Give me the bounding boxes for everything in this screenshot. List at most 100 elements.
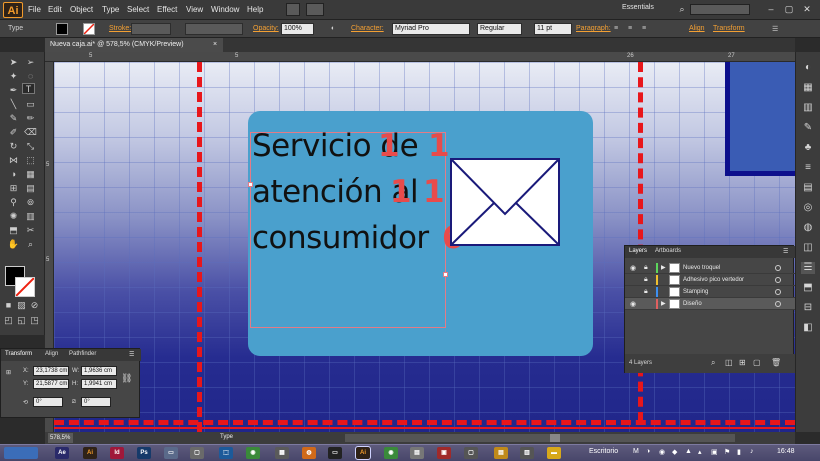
pathfinder-panel-icon[interactable]: ◧: [801, 322, 815, 334]
taskbar-app-icon[interactable]: ▢: [464, 447, 478, 459]
line-tool-icon[interactable]: ╲: [7, 99, 20, 110]
pen-tool-icon[interactable]: ✒: [7, 85, 20, 96]
dieline-left[interactable]: [197, 62, 202, 432]
lock-icon[interactable]: 🔒︎: [644, 288, 648, 296]
scale-tool-icon[interactable]: ⤡: [24, 141, 37, 152]
taskbar-app-icon[interactable]: Id: [110, 447, 124, 459]
taskbar-app-icon[interactable]: ▥: [520, 447, 534, 459]
layers-panel-icon[interactable]: ☰: [801, 262, 815, 274]
taskbar-app-icon[interactable]: Ai: [83, 447, 97, 459]
text-line-3[interactable]: consumidor: [252, 220, 429, 256]
tray-icon[interactable]: ▣: [711, 448, 718, 456]
brushes-panel-icon[interactable]: ✎: [801, 122, 815, 134]
search-icon[interactable]: ⌕: [676, 3, 688, 15]
new-layer-icon[interactable]: ▢: [753, 358, 761, 367]
opacity-input[interactable]: 100%: [281, 23, 314, 35]
zoom-select[interactable]: 578,5%: [48, 433, 73, 443]
paintbrush-tool-icon[interactable]: ✎: [7, 113, 20, 124]
opacity-label[interactable]: Opacity:: [253, 25, 279, 32]
align-right-icon[interactable]: ≡: [642, 25, 646, 32]
taskbar-app-icon[interactable]: ▭: [164, 447, 178, 459]
draw-behind-icon[interactable]: ◱: [15, 315, 28, 326]
stroke-weight-input[interactable]: [131, 23, 171, 35]
align-panel-icon[interactable]: ⊟: [801, 302, 815, 314]
color-panel-icon[interactable]: ◐: [801, 62, 815, 74]
shear-input[interactable]: 0°: [81, 397, 111, 407]
font-style-select[interactable]: Regular: [477, 23, 522, 35]
tray-icon[interactable]: ◑: [646, 448, 650, 455]
stroke-label[interactable]: Stroke:: [109, 25, 131, 32]
lock-icon[interactable]: 🔒︎: [644, 264, 648, 272]
taskbar-toolbar-label[interactable]: Escritorio: [589, 448, 618, 455]
draw-inside-icon[interactable]: ◳: [28, 315, 41, 326]
transform-label[interactable]: Transform: [713, 25, 745, 32]
variable-width-select[interactable]: [185, 23, 243, 35]
control-menu-icon[interactable]: ☰: [772, 25, 778, 33]
recolor-icon[interactable]: ◐: [331, 25, 335, 32]
bridge-button[interactable]: [286, 3, 300, 16]
scrollbar-thumb[interactable]: [550, 434, 560, 442]
direct-selection-tool-icon[interactable]: ➢: [24, 57, 37, 68]
align-center-icon[interactable]: ≡: [628, 25, 632, 32]
layer-target-icon[interactable]: [775, 301, 781, 307]
help-search-input[interactable]: [690, 4, 750, 15]
shape-builder-tool-icon[interactable]: ◑: [7, 169, 20, 180]
new-sublayer-icon[interactable]: ⊞: [739, 358, 746, 367]
color-guide-icon[interactable]: ▦: [801, 82, 815, 94]
symbol-sprayer-tool-icon[interactable]: ✺: [7, 211, 20, 222]
document-tab[interactable]: Nueva caja.ai* @ 578,5% (CMYK/Preview) ×: [45, 38, 223, 52]
taskbar-app-icon[interactable]: ▢: [190, 447, 204, 459]
paragraph-label[interactable]: Paragraph:: [576, 25, 611, 32]
selection-tool-icon[interactable]: ➤: [7, 57, 20, 68]
tray-icon[interactable]: ⚑: [724, 448, 730, 456]
pencil-tool-icon[interactable]: ✏: [24, 113, 37, 124]
width-tool-icon[interactable]: ⋈: [7, 155, 20, 166]
selection-handle[interactable]: [443, 272, 448, 277]
draw-normal-icon[interactable]: ◰: [2, 315, 15, 326]
dieline-bottom[interactable]: [54, 420, 795, 425]
align-label[interactable]: Align: [689, 25, 705, 32]
taskbar-app-icon[interactable]: Ae: [55, 447, 69, 459]
type-tool-icon[interactable]: T: [22, 83, 35, 94]
taskbar-app-icon[interactable]: ▭: [328, 447, 342, 459]
maximize-icon[interactable]: ▢: [783, 3, 795, 15]
locate-object-icon[interactable]: ⌕: [711, 358, 715, 368]
layer-target-icon[interactable]: [775, 265, 781, 271]
expand-arrow-icon[interactable]: ▶: [661, 264, 666, 271]
panel-menu-icon[interactable]: ☰: [783, 248, 788, 255]
taskbar-app-icon[interactable]: Ps: [137, 447, 151, 459]
menu-view[interactable]: View: [186, 5, 203, 14]
transparency-panel-icon[interactable]: ◎: [801, 202, 815, 214]
color-mode-icon[interactable]: ■: [2, 300, 15, 311]
blend-tool-icon[interactable]: ⊚: [24, 197, 37, 208]
stroke-color-box[interactable]: [15, 277, 35, 297]
volume-icon[interactable]: ♪: [750, 448, 754, 455]
taskbar-app-icon[interactable]: ▣: [437, 447, 451, 459]
taskbar-clock[interactable]: 16:48: [777, 448, 795, 455]
artboards-panel-icon[interactable]: ⬒: [801, 282, 815, 294]
layer-row[interactable]: 🔒︎ Stamping: [625, 286, 795, 298]
tab-transform[interactable]: Transform: [5, 351, 32, 357]
firefox-icon[interactable]: ◍: [302, 447, 316, 459]
menu-select[interactable]: Select: [127, 5, 149, 14]
menu-type[interactable]: Type: [102, 5, 119, 14]
layer-target-icon[interactable]: [775, 289, 781, 295]
fill-swatch[interactable]: [56, 23, 68, 35]
panel-menu-icon[interactable]: ☰: [129, 351, 134, 358]
font-size-input[interactable]: 11 pt: [534, 23, 572, 35]
expand-arrow-icon[interactable]: ▶: [661, 300, 666, 307]
start-button[interactable]: [4, 447, 38, 459]
gradient-tool-icon[interactable]: ▤: [24, 183, 37, 194]
blob-brush-tool-icon[interactable]: ✐: [7, 127, 20, 138]
layer-name[interactable]: Adhesivo pico vertedor: [683, 277, 744, 283]
rotate-input[interactable]: 0°: [33, 397, 63, 407]
tray-icon[interactable]: ◆: [672, 448, 677, 456]
workspace-switcher[interactable]: Essentials: [622, 4, 666, 16]
menu-file[interactable]: File: [28, 5, 41, 14]
menu-help[interactable]: Help: [247, 5, 263, 14]
tray-gmail-icon[interactable]: M: [633, 448, 639, 455]
font-family-select[interactable]: Myriad Pro: [392, 23, 470, 35]
menu-object[interactable]: Object: [70, 5, 93, 14]
column-graph-tool-icon[interactable]: ▥: [24, 211, 37, 222]
gradient-mode-icon[interactable]: ▨: [15, 300, 28, 311]
